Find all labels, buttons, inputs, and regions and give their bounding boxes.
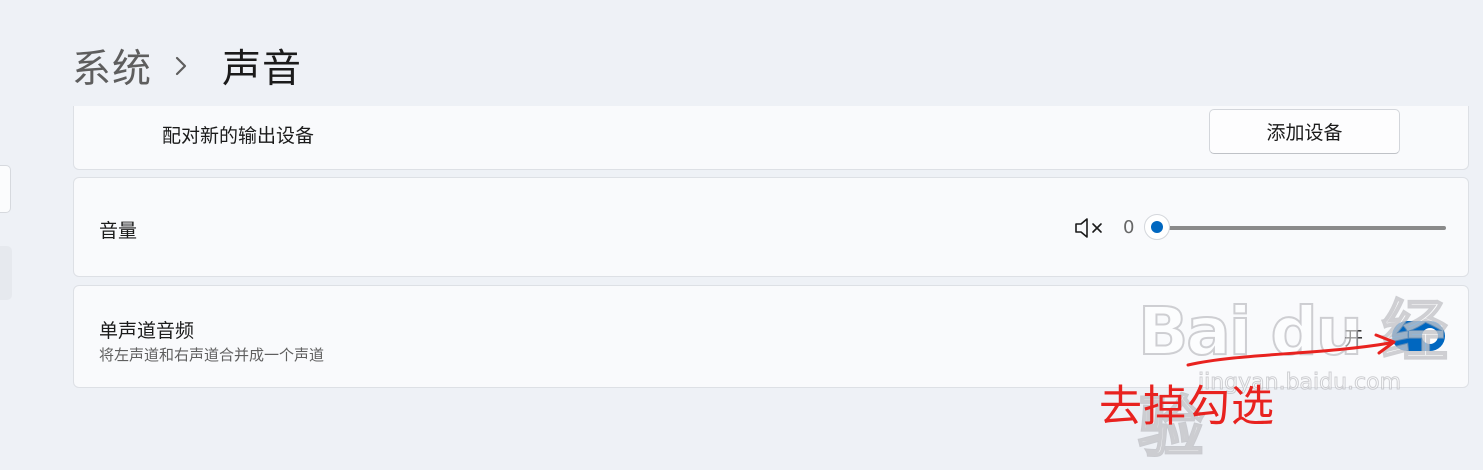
chevron-right-icon (174, 55, 200, 77)
add-device-button[interactable]: 添加设备 (1209, 109, 1400, 154)
page-title: 声音 (222, 47, 303, 92)
mono-audio-title: 单声道音频 (99, 320, 195, 342)
pair-output-device-label: 配对新的输出设备 (162, 125, 315, 147)
nav-item-edge[interactable] (0, 165, 11, 213)
mono-audio-description: 将左声道和右声道合并成一个声道 (99, 346, 325, 364)
breadcrumb: 系统 声音 (72, 36, 302, 96)
annotation-label: 去掉勾选 (1099, 382, 1275, 432)
volume-slider-thumb[interactable] (1144, 214, 1170, 240)
volume-card: 音量 0 (73, 177, 1469, 277)
nav-item-edge-selected[interactable] (0, 246, 12, 300)
toggle-knob (1422, 328, 1438, 344)
speaker-muted-icon[interactable] (1073, 216, 1107, 240)
volume-label: 音量 (99, 220, 138, 242)
breadcrumb-parent-system[interactable]: 系统 (72, 38, 152, 94)
volume-slider[interactable] (1142, 212, 1446, 244)
volume-slider-track[interactable] (1164, 226, 1446, 230)
volume-value: 0 (1123, 217, 1135, 238)
pair-output-device-card: 配对新的输出设备 添加设备 (73, 106, 1469, 170)
